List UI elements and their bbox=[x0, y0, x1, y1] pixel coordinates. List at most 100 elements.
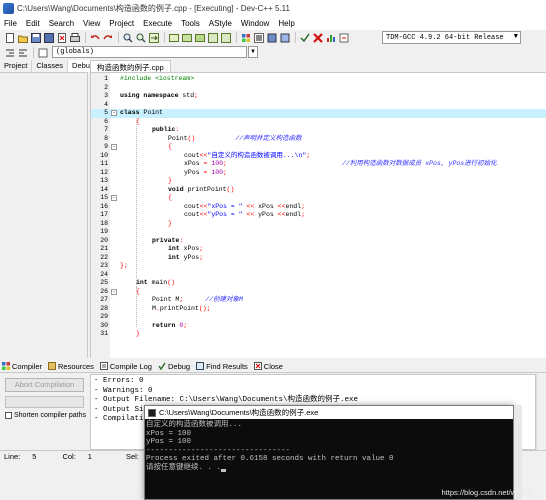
code-line[interactable]: 23}; bbox=[91, 262, 546, 271]
save-all-icon[interactable] bbox=[43, 32, 54, 43]
menu-astyle[interactable]: AStyle bbox=[209, 19, 232, 28]
code-line[interactable]: 20 private: bbox=[91, 237, 546, 246]
compiler-controls: Abort Compilation Shorten compiler paths bbox=[0, 374, 88, 450]
console-title-bar[interactable]: C:\Users\Wang\Documents\构造函数的例子.exe bbox=[145, 406, 513, 419]
tab-debug-output[interactable]: Debug bbox=[158, 362, 190, 371]
fold-toggle-icon[interactable]: - bbox=[111, 110, 117, 116]
tab-classes[interactable]: Classes bbox=[32, 60, 69, 72]
tab-compile-log[interactable]: Compile Log bbox=[99, 361, 152, 371]
tab-project[interactable]: Project bbox=[0, 60, 33, 72]
compiler-select[interactable]: TDM-GCC 4.9.2 64-bit Release ▼ bbox=[382, 31, 521, 44]
code-line[interactable]: 8 Point()//声明并定义构造函数 bbox=[91, 135, 546, 144]
code-line[interactable]: 30 return 0; bbox=[91, 322, 546, 331]
editor-file-tab[interactable]: 构造函数的例子.cpp bbox=[90, 60, 171, 72]
code-line[interactable]: 3 using namespace std; bbox=[91, 92, 546, 101]
menu-window[interactable]: Window bbox=[241, 19, 269, 28]
code-line[interactable]: 11 xPos = 100;//利用构造函数对数据成员 xPos, yPos进行初… bbox=[91, 160, 546, 169]
stop-execution-icon[interactable] bbox=[312, 32, 323, 43]
code-line[interactable]: 4 bbox=[91, 101, 546, 110]
menu-project[interactable]: Project bbox=[109, 19, 134, 28]
print-icon[interactable] bbox=[69, 32, 80, 43]
goto-bookmark-icon[interactable] bbox=[220, 32, 231, 43]
tab-compile-log-label: Compile Log bbox=[109, 361, 152, 371]
open-file-icon[interactable] bbox=[17, 32, 28, 43]
menu-execute[interactable]: Execute bbox=[143, 19, 172, 28]
menu-edit[interactable]: Edit bbox=[26, 19, 40, 28]
class-browser-icon[interactable] bbox=[37, 47, 48, 58]
unindent-icon[interactable] bbox=[17, 47, 28, 58]
code-line[interactable]: 26- { bbox=[91, 288, 546, 297]
check-syntax-icon[interactable] bbox=[299, 32, 310, 43]
console-window[interactable]: C:\Users\Wang\Documents\构造函数的例子.exe 自定义的… bbox=[144, 405, 514, 500]
code-line[interactable]: 21 int xPos; bbox=[91, 245, 546, 254]
code-line[interactable]: 10 cout<<"自定义的构造函数被调用...\n"; bbox=[91, 152, 546, 161]
console-scrollbar[interactable] bbox=[514, 405, 522, 500]
code-line[interactable]: 14 void printPoint() bbox=[91, 186, 546, 195]
goto-line-icon[interactable] bbox=[148, 32, 159, 43]
redo-icon[interactable] bbox=[102, 32, 113, 43]
remove-icon[interactable] bbox=[194, 32, 205, 43]
code-line[interactable]: 22 int yPos; bbox=[91, 254, 546, 263]
fold-toggle-icon[interactable]: - bbox=[111, 195, 117, 201]
console-line: Process exited after 0.6158 seconds with… bbox=[146, 455, 394, 463]
profile-icon[interactable] bbox=[325, 32, 336, 43]
tab-compiler[interactable]: Compiler bbox=[2, 362, 42, 371]
member-select[interactable]: ▼ bbox=[248, 46, 258, 58]
code-line[interactable]: 12 yPos = 100; bbox=[91, 169, 546, 178]
code-line[interactable]: 5- class Point bbox=[91, 109, 546, 118]
code-line[interactable]: 27 Point M;//创建对象M bbox=[91, 296, 546, 305]
toolbar-separator bbox=[85, 32, 86, 43]
new-file-icon[interactable] bbox=[4, 32, 15, 43]
code-line[interactable]: 31} bbox=[91, 330, 546, 339]
status-col-label: Col: bbox=[62, 452, 76, 461]
replace-icon[interactable] bbox=[135, 32, 146, 43]
left-panel: Project Classes Debug bbox=[0, 60, 100, 358]
code-line[interactable]: 24 bbox=[91, 271, 546, 280]
code-line[interactable]: 9- { bbox=[91, 143, 546, 152]
code-editor[interactable]: 1 #include <iostream> 2 3 using namespace st… bbox=[90, 73, 546, 358]
tab-resources[interactable]: Resources bbox=[48, 362, 94, 371]
fold-toggle-icon[interactable]: - bbox=[111, 288, 117, 295]
find-icon[interactable] bbox=[122, 32, 133, 43]
code-line[interactable]: 6{ bbox=[91, 118, 546, 127]
tab-close[interactable]: Close bbox=[253, 362, 283, 371]
abort-compilation-button[interactable]: Abort Compilation bbox=[5, 378, 84, 392]
menu-search[interactable]: Search bbox=[49, 19, 74, 28]
close-file-icon[interactable] bbox=[56, 32, 67, 43]
undo-icon[interactable] bbox=[89, 32, 100, 43]
tab-find-results[interactable]: Find Results bbox=[196, 362, 248, 371]
menu-file[interactable]: File bbox=[4, 19, 17, 28]
menu-view[interactable]: View bbox=[83, 19, 100, 28]
shorten-paths-checkbox[interactable] bbox=[5, 412, 12, 419]
code-line[interactable]: 2 bbox=[91, 84, 546, 93]
fold-toggle-icon[interactable]: - bbox=[111, 144, 117, 150]
menu-tools[interactable]: Tools bbox=[181, 19, 200, 28]
code-line[interactable]: 25 int main() bbox=[91, 279, 546, 288]
code-line[interactable]: 16 cout<<"xPos = " << xPos <<endl; bbox=[91, 203, 546, 212]
compiler-grid-icon bbox=[2, 362, 10, 370]
toggle-bookmark-icon[interactable] bbox=[207, 32, 218, 43]
code-line[interactable]: 29 bbox=[91, 313, 546, 322]
indent-icon[interactable] bbox=[4, 47, 15, 58]
insert-icon[interactable] bbox=[181, 32, 192, 43]
debug-icon[interactable] bbox=[338, 32, 349, 43]
shorten-paths-option[interactable]: Shorten compiler paths bbox=[5, 412, 86, 419]
new-project-icon[interactable] bbox=[168, 32, 179, 43]
code-line[interactable]: 15- { bbox=[91, 194, 546, 203]
line-number: 14 bbox=[100, 185, 108, 193]
code-line[interactable]: 28 M.printPoint(); bbox=[91, 305, 546, 314]
log-scrollbar[interactable] bbox=[536, 374, 546, 450]
code-line[interactable]: 18} bbox=[91, 220, 546, 229]
scope-select[interactable]: (globals) bbox=[52, 46, 247, 58]
run-icon[interactable] bbox=[253, 32, 264, 43]
compile-icon[interactable] bbox=[240, 32, 251, 43]
save-icon[interactable] bbox=[30, 32, 41, 43]
code-line[interactable]: 7 public: bbox=[91, 126, 546, 135]
rebuild-icon[interactable] bbox=[279, 32, 290, 43]
code-line[interactable]: 19 bbox=[91, 228, 546, 237]
code-line[interactable]: 1 #include <iostream> bbox=[91, 75, 546, 84]
compile-run-icon[interactable] bbox=[266, 32, 277, 43]
code-line[interactable]: 13} bbox=[91, 177, 546, 186]
menu-help[interactable]: Help bbox=[278, 19, 294, 28]
code-line[interactable]: 17 cout<<"yPos = " << yPos <<endl; bbox=[91, 211, 546, 220]
